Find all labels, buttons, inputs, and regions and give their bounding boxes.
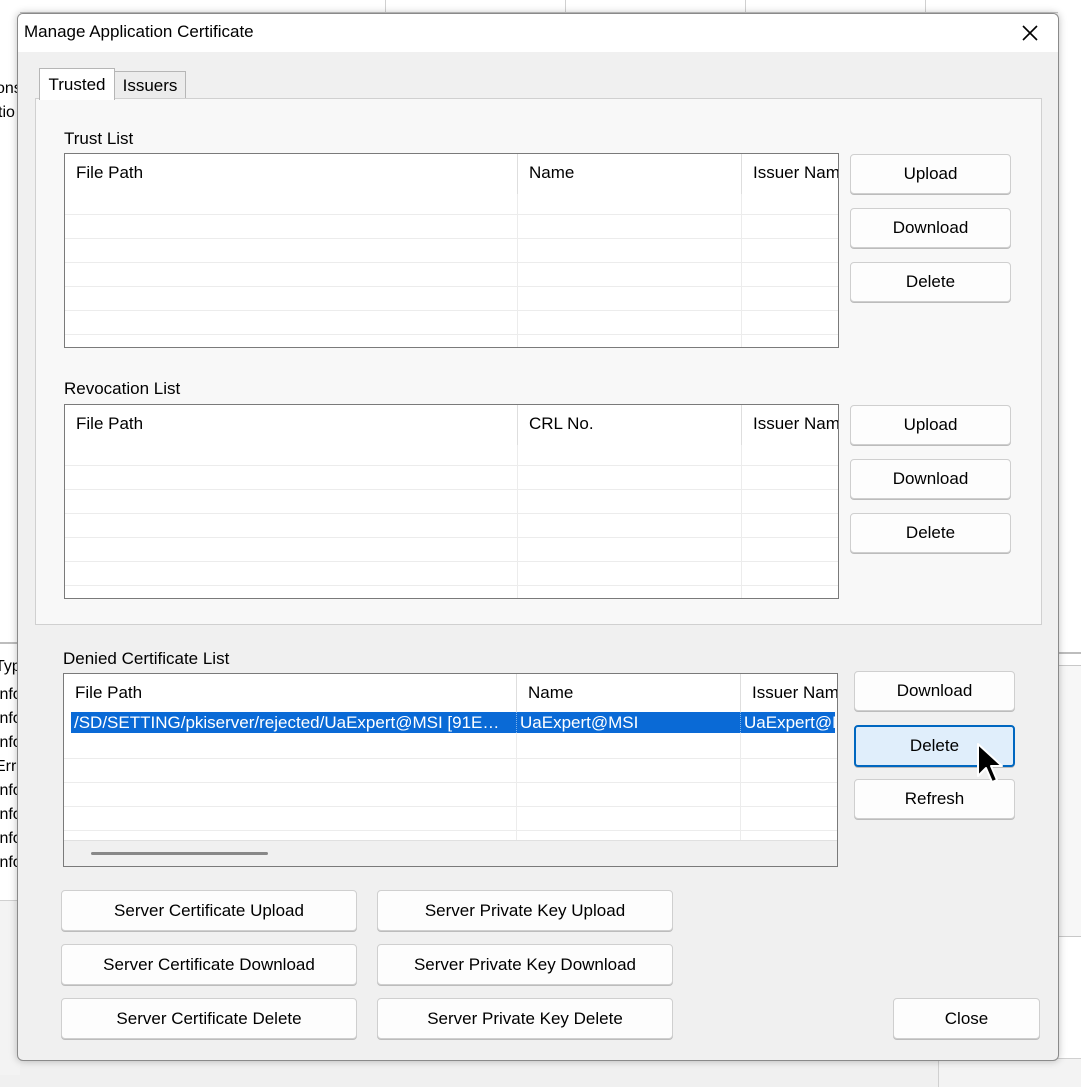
row-divider	[65, 465, 838, 466]
table-header: File Path Name Issuer Name	[65, 154, 838, 194]
row-divider	[65, 489, 838, 490]
column-header-issuer-name[interactable]: Issuer Name	[741, 405, 838, 445]
close-window-button[interactable]	[1008, 16, 1052, 50]
revocation-delete-button[interactable]: Delete	[850, 513, 1011, 553]
row-divider	[65, 286, 838, 287]
column-divider	[741, 445, 742, 598]
column-header-name[interactable]: Name	[517, 154, 741, 194]
trust-upload-button[interactable]: Upload	[850, 154, 1011, 194]
cell-issuer-name: UaExpert@M	[740, 712, 835, 733]
column-divider	[740, 714, 741, 841]
row-divider	[65, 561, 838, 562]
row-divider	[65, 310, 838, 311]
column-header-file-path[interactable]: File Path	[65, 405, 517, 445]
trust-delete-button[interactable]: Delete	[850, 262, 1011, 302]
row-divider	[65, 537, 838, 538]
column-divider	[517, 194, 518, 347]
denied-list-label: Denied Certificate List	[63, 649, 230, 668]
background-separator	[1058, 652, 1081, 654]
dialog-title: Manage Application Certificate	[24, 22, 254, 41]
row-divider	[65, 238, 838, 239]
column-header-issuer-name[interactable]: Issuer Name	[741, 154, 838, 194]
table-header: File Path CRL No. Issuer Name	[65, 405, 838, 445]
background-right-panel	[938, 12, 1081, 1087]
mouse-cursor-icon	[977, 743, 1003, 783]
column-header-file-path[interactable]: File Path	[64, 674, 516, 714]
row-divider	[64, 806, 837, 807]
server-certificate-delete-button[interactable]: Server Certificate Delete	[61, 998, 357, 1039]
column-header-issuer-name[interactable]: Issuer Name	[740, 674, 837, 714]
trust-download-button[interactable]: Download	[850, 208, 1011, 248]
column-divider	[517, 445, 518, 598]
trust-list-label: Trust List	[64, 129, 134, 148]
server-private-key-delete-button[interactable]: Server Private Key Delete	[377, 998, 673, 1039]
background-column-divider	[385, 0, 389, 12]
table-header: File Path Name Issuer Name	[64, 674, 837, 714]
row-divider	[64, 830, 837, 831]
column-divider	[741, 194, 742, 347]
server-certificate-download-button[interactable]: Server Certificate Download	[61, 944, 357, 985]
row-divider	[65, 585, 838, 586]
row-divider	[64, 758, 837, 759]
row-divider	[65, 513, 838, 514]
close-button[interactable]: Close	[893, 998, 1040, 1039]
trust-list-table[interactable]: File Path Name Issuer Name	[64, 153, 839, 348]
cell-name: UaExpert@MSI	[516, 712, 740, 733]
scrollbar-thumb[interactable]	[91, 852, 268, 855]
background-block	[1058, 665, 1081, 937]
manage-certificate-dialog: Manage Application Certificate Trusted I…	[17, 13, 1059, 1061]
title-bar: Manage Application Certificate	[18, 14, 1058, 52]
row-divider	[65, 262, 838, 263]
revocation-list-table[interactable]: File Path CRL No. Issuer Name	[64, 404, 839, 599]
background-column-divider	[565, 0, 569, 12]
tab-trusted[interactable]: Trusted	[39, 68, 115, 100]
table-row-selected[interactable]: /SD/SETTING/pkiserver/rejected/UaExpert@…	[71, 712, 835, 733]
row-divider	[65, 214, 838, 215]
tab-issuers[interactable]: Issuers	[114, 71, 186, 100]
background-text: tio	[0, 104, 15, 121]
background-column-divider	[745, 0, 749, 12]
cell-file-path: /SD/SETTING/pkiserver/rejected/UaExpert@…	[74, 713, 500, 732]
column-divider	[516, 714, 517, 841]
server-certificate-upload-button[interactable]: Server Certificate Upload	[61, 890, 357, 931]
revocation-download-button[interactable]: Download	[850, 459, 1011, 499]
column-header-name[interactable]: Name	[516, 674, 740, 714]
background-header	[0, 0, 1081, 13]
trusted-tab-pane: Trust List File Path Name Issuer Name Up…	[35, 98, 1042, 625]
denied-download-button[interactable]: Download	[854, 671, 1015, 711]
close-icon	[1022, 25, 1038, 41]
row-divider	[64, 782, 837, 783]
revocation-list-label: Revocation List	[64, 379, 181, 398]
server-private-key-download-button[interactable]: Server Private Key Download	[377, 944, 673, 985]
denied-list-table[interactable]: File Path Name Issuer Name /SD/SETTING/p…	[63, 673, 838, 867]
background-column-divider	[190, 0, 193, 12]
revocation-upload-button[interactable]: Upload	[850, 405, 1011, 445]
horizontal-scrollbar[interactable]	[64, 840, 837, 866]
background-column-divider	[925, 0, 929, 12]
column-header-crl-no[interactable]: CRL No.	[517, 405, 741, 445]
column-header-file-path[interactable]: File Path	[65, 154, 517, 194]
row-divider	[65, 334, 838, 335]
background-corner	[938, 1058, 1081, 1087]
server-private-key-upload-button[interactable]: Server Private Key Upload	[377, 890, 673, 931]
